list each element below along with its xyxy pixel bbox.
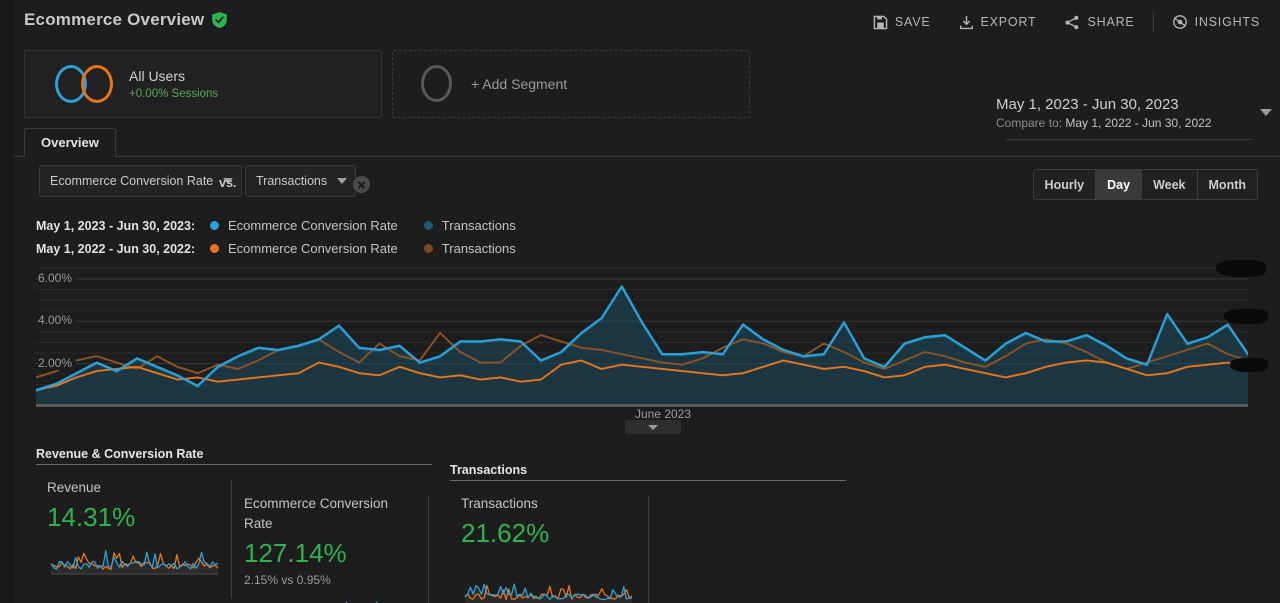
chart-legend: May 1, 2023 - Jun 30, 2023: Ecommerce Co… <box>36 214 542 260</box>
add-segment-label: + Add Segment <box>471 76 567 92</box>
legend-label: Ecommerce Conversion Rate <box>228 241 398 256</box>
legend-row: May 1, 2022 - Jun 30, 2022: Ecommerce Co… <box>36 237 542 260</box>
legend-date-compare: May 1, 2022 - Jun 30, 2022: <box>36 242 210 256</box>
sparkline-revenue <box>47 544 222 583</box>
chart-date-scrubber[interactable] <box>625 420 681 434</box>
redaction-mask <box>1224 309 1268 324</box>
redaction-mask <box>1216 260 1266 277</box>
legend-dot-icon <box>424 221 433 230</box>
granularity-month[interactable]: Month <box>1198 170 1257 199</box>
save-label: SAVE <box>895 15 931 29</box>
legend-label: Ecommerce Conversion Rate <box>228 218 398 233</box>
segment-sessions-delta: +0.00% Sessions <box>129 86 218 102</box>
legend-label: Transactions <box>442 218 516 233</box>
insights-button[interactable]: INSIGHTS <box>1158 14 1274 30</box>
vs-label: vs. <box>219 176 236 190</box>
legend-item-transactions-compare[interactable]: Transactions <box>424 241 516 256</box>
segment-text: All Users +0.00% Sessions <box>129 67 218 102</box>
main-chart[interactable]: 2.00%4.00%6.00% <box>36 262 1248 406</box>
insights-atom-icon <box>1172 14 1188 30</box>
granularity-hourly[interactable]: Hourly <box>1034 170 1097 199</box>
legend-label: Transactions <box>442 241 516 256</box>
export-button[interactable]: EXPORT <box>945 15 1051 30</box>
share-nodes-icon <box>1064 15 1080 30</box>
legend-date-primary: May 1, 2023 - Jun 30, 2023: <box>36 219 210 233</box>
panel-title-transactions: Transactions <box>450 463 527 477</box>
card-divider <box>428 496 429 603</box>
card-label: Ecommerce Conversion Rate <box>244 494 419 534</box>
share-label: SHARE <box>1087 15 1134 29</box>
save-disk-icon <box>873 15 888 30</box>
ring-grey-icon <box>421 65 452 102</box>
download-export-icon <box>959 15 974 30</box>
segment-name: All Users <box>129 67 218 85</box>
header-toolbar: SAVE EXPORT SHARE <box>859 12 1274 32</box>
legend-item-conversion-primary[interactable]: Ecommerce Conversion Rate <box>210 218 398 233</box>
card-divider <box>231 480 232 598</box>
verified-shield-icon <box>212 12 227 28</box>
legend-dot-icon <box>210 244 219 253</box>
metric-a-label: Ecommerce Conversion Rate <box>50 174 213 188</box>
sparkline-transactions <box>461 578 636 603</box>
card-value: 21.62% <box>461 514 636 552</box>
share-button[interactable]: SHARE <box>1050 15 1148 30</box>
page-title-group: Ecommerce Overview <box>24 10 227 30</box>
segment-rings-icon <box>55 65 123 103</box>
page-header: Ecommerce Overview SAVE EXPOR <box>14 0 1280 40</box>
granularity-day[interactable]: Day <box>1096 170 1142 199</box>
granularity-week[interactable]: Week <box>1142 170 1197 199</box>
legend-item-conversion-compare[interactable]: Ecommerce Conversion Rate <box>210 241 398 256</box>
chart-controls-row: Ecommerce Conversion Rate vs. Transactio… <box>14 165 1280 205</box>
add-segment-ring-icon <box>421 65 455 103</box>
chart-x-axis-label: June 2023 <box>36 407 1280 421</box>
chart-canvas <box>36 262 1248 406</box>
metric-b-select[interactable]: Transactions <box>245 165 356 197</box>
legend-row: May 1, 2023 - Jun 30, 2023: Ecommerce Co… <box>36 214 542 237</box>
metric-a-select[interactable]: Ecommerce Conversion Rate <box>39 165 242 197</box>
insights-label: INSIGHTS <box>1195 15 1260 29</box>
sparkline-conversion <box>244 596 419 603</box>
toolbar-divider <box>1153 12 1154 32</box>
card-label: Transactions <box>461 494 636 514</box>
redaction-mask <box>1230 358 1268 372</box>
metric-b-label: Transactions <box>256 174 327 188</box>
card-value: 127.14% <box>244 534 419 572</box>
segment-all-users[interactable]: All Users +0.00% Sessions <box>24 50 382 118</box>
chevron-down-icon[interactable] <box>1260 109 1272 116</box>
save-button[interactable]: SAVE <box>859 15 945 30</box>
left-gutter <box>0 0 14 603</box>
card-revenue[interactable]: Revenue 14.31% <box>47 478 222 583</box>
card-label: Revenue <box>47 478 222 498</box>
card-comparison: 2.15% vs 0.95% <box>244 572 419 588</box>
page-title: Ecommerce Overview <box>24 10 204 30</box>
add-segment-button[interactable]: + Add Segment <box>392 50 750 118</box>
legend-dot-icon <box>210 221 219 230</box>
tab-strip: Overview <box>14 128 1280 157</box>
ring-orange-icon <box>81 65 113 103</box>
legend-item-transactions-primary[interactable]: Transactions <box>424 218 516 233</box>
panel-title-revenue-conversion: Revenue & Conversion Rate <box>36 447 203 461</box>
analytics-dashboard: Ecommerce Overview SAVE EXPOR <box>0 0 1280 603</box>
tab-overview[interactable]: Overview <box>24 128 116 157</box>
card-transactions[interactable]: Transactions 21.62% <box>461 494 636 603</box>
panel-rule <box>450 480 846 481</box>
clear-metric-b-icon[interactable] <box>353 176 370 193</box>
card-divider <box>648 496 649 603</box>
date-range-selector[interactable]: May 1, 2023 - Jun 30, 2023 Compare to: M… <box>996 95 1276 132</box>
panel-rule <box>36 464 432 465</box>
granularity-toggle-group: Hourly Day Week Month <box>1033 169 1258 200</box>
date-range-primary: May 1, 2023 - Jun 30, 2023 <box>996 95 1276 115</box>
card-ecommerce-conversion-rate[interactable]: Ecommerce Conversion Rate 127.14% 2.15% … <box>244 494 419 603</box>
card-value: 14.31% <box>47 498 222 536</box>
export-label: EXPORT <box>981 15 1037 29</box>
segment-bar: All Users +0.00% Sessions + Add Segment … <box>14 40 1280 128</box>
legend-dot-icon <box>424 244 433 253</box>
chevron-down-icon <box>337 178 347 184</box>
